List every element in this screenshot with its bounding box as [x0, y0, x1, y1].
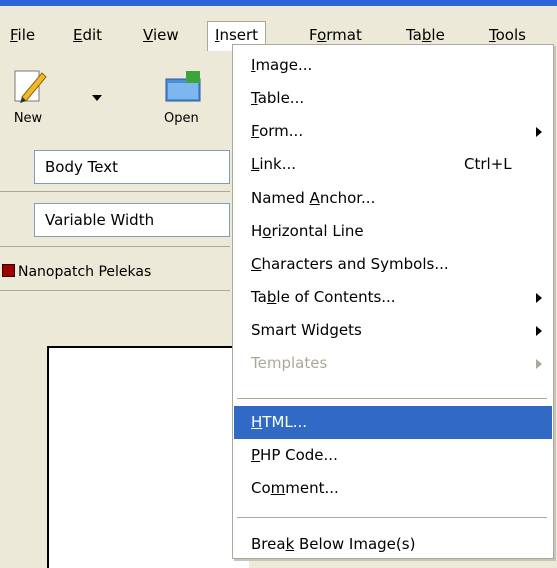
menu-item-table[interactable]: Table...: [234, 82, 552, 115]
menu-separator: [237, 517, 547, 518]
menu-item-named-anchor[interactable]: Named Anchor...: [234, 182, 552, 215]
document-icon: [2, 264, 15, 277]
open-folder-icon: [165, 71, 201, 102]
insert-menu-dropdown: Image... Table... Form... Link... Ctrl+L Name…: [232, 44, 554, 559]
menu-view[interactable]: View: [139, 23, 183, 47]
submenu-arrow-icon: [536, 127, 542, 137]
toolbar-separator: [0, 246, 230, 247]
new-document-icon: [14, 70, 47, 103]
menu-item-characters-and-symbols[interactable]: Characters and Symbols...: [234, 248, 552, 281]
font-select[interactable]: Variable Width: [34, 203, 230, 237]
menu-item-smart-widgets[interactable]: Smart Widgets: [234, 314, 552, 347]
menu-item-horizontal-line[interactable]: Horizontal Line: [234, 215, 552, 248]
submenu-arrow-icon: [536, 326, 542, 336]
menu-item-form[interactable]: Form...: [234, 115, 552, 148]
new-button[interactable]: New: [8, 67, 48, 127]
submenu-arrow-icon: [536, 359, 542, 369]
menu-item-templates: Templates: [234, 347, 552, 380]
menu-item-php-code[interactable]: PHP Code...: [234, 439, 552, 472]
menu-item-break-below-images[interactable]: Break Below Image(s): [234, 528, 552, 561]
paragraph-style-select[interactable]: Body Text: [34, 150, 230, 184]
shortcut-label: Ctrl+L: [464, 155, 512, 173]
document-tab[interactable]: Nanopatch Pelekas: [0, 258, 230, 286]
menu-item-comment[interactable]: Comment...: [234, 472, 552, 505]
menu-file[interactable]: File: [6, 23, 39, 47]
document-page[interactable]: [47, 346, 249, 568]
submenu-arrow-icon: [536, 293, 542, 303]
dropdown-arrow-icon[interactable]: [92, 95, 104, 103]
open-button[interactable]: Open: [160, 67, 220, 127]
menu-edit[interactable]: Edit: [69, 23, 106, 47]
menu-item-image[interactable]: Image...: [234, 49, 552, 82]
menu-separator: [237, 398, 547, 399]
menu-item-link[interactable]: Link... Ctrl+L: [234, 148, 552, 181]
menu-item-table-of-contents[interactable]: Table of Contents...: [234, 281, 552, 314]
menu-item-html[interactable]: HTML...: [234, 406, 552, 439]
composition-toolbar: New Open: [0, 61, 230, 146]
toolbar-separator: [0, 191, 230, 192]
